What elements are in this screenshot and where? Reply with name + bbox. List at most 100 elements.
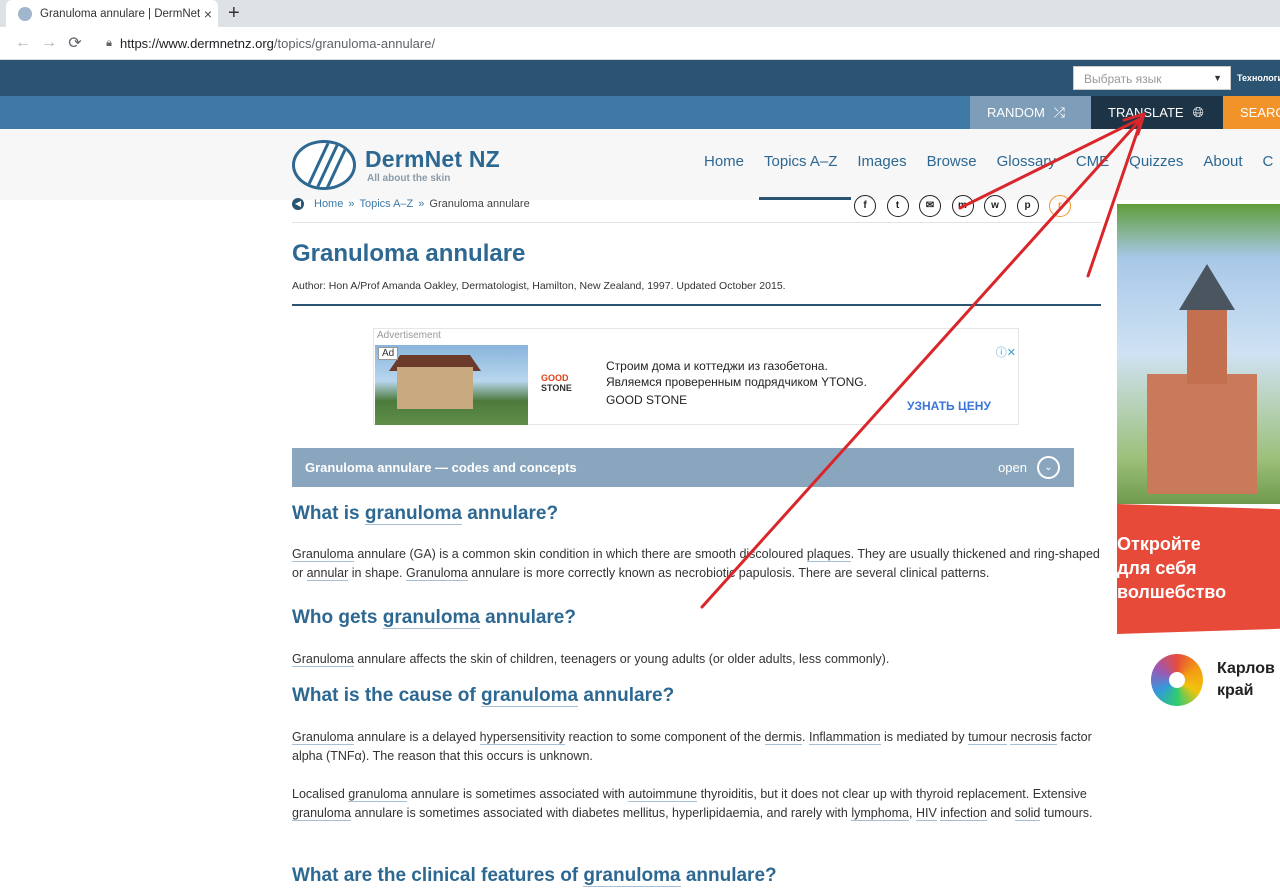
- browser-tab[interactable]: Granuloma annulare | DermNet N ×: [6, 0, 218, 27]
- breadcrumb-separator: »: [348, 198, 355, 210]
- ad-text-line-2: Являемся проверенным подрядчиком YTONG.: [606, 375, 867, 389]
- share-icons: f t ✉ m w p r: [854, 195, 1082, 217]
- site-subbar: RANDOM ⤮ TRANSLATE 🌐︎ SEARC: [0, 96, 1280, 129]
- codes-accordion[interactable]: Granuloma annulare — codes and concepts …: [292, 448, 1074, 487]
- author-line: Author: Hon A/Prof Amanda Oakley, Dermat…: [292, 280, 786, 292]
- rss-icon[interactable]: r: [1049, 195, 1071, 217]
- nav-glossary[interactable]: Glossary: [997, 153, 1056, 170]
- browser-toolbar: ← → ⟳ 🔒︎ https://www.dermnetnz.org/topic…: [0, 27, 1280, 60]
- side-advertisement[interactable]: Откройте для себя волшебство Карлов край: [1117, 204, 1280, 734]
- paragraph-cause-1: Granuloma annulare is a delayed hypersen…: [292, 730, 1092, 763]
- search-button[interactable]: SEARC: [1223, 96, 1280, 129]
- ad-text-line-1: Строим дома и коттеджи из газобетона.: [606, 359, 828, 373]
- glossary-link[interactable]: lymphoma: [851, 806, 909, 821]
- favicon-icon: [18, 6, 32, 21]
- nav-about[interactable]: About: [1203, 153, 1242, 170]
- logo-mark-icon: [292, 140, 356, 190]
- codes-title: Granuloma annulare — codes and concepts: [305, 460, 577, 475]
- nav-images[interactable]: Images: [857, 153, 906, 170]
- back-circle-icon[interactable]: ◀: [292, 198, 304, 210]
- site-header: DermNet NZ All about the skin Home Topic…: [0, 129, 1280, 200]
- nav-topics[interactable]: Topics A–Z: [764, 153, 837, 170]
- glossary-link[interactable]: granuloma: [348, 787, 408, 802]
- main-nav: Home Topics A–Z Images Browse Glossary C…: [704, 153, 1280, 170]
- tab-title: Granuloma annulare | DermNet N: [40, 7, 200, 20]
- dropdown-caret-icon: ▼: [1213, 73, 1222, 83]
- breadcrumb-home[interactable]: Home: [314, 198, 343, 210]
- nav-contact[interactable]: C: [1263, 153, 1274, 170]
- language-credit[interactable]: Технологи: [1237, 73, 1280, 83]
- glossary-link[interactable]: Inflammation: [808, 730, 881, 745]
- site-logo[interactable]: DermNet NZ All about the skin: [292, 140, 500, 190]
- glossary-link[interactable]: Granuloma: [292, 730, 354, 745]
- glossary-link[interactable]: plaques: [806, 547, 851, 562]
- address-bar[interactable]: https://www.dermnetnz.org/topics/granulo…: [120, 36, 435, 51]
- title-divider: [292, 304, 1101, 306]
- ad-label: Advertisement: [377, 330, 441, 341]
- translate-button[interactable]: TRANSLATE 🌐︎: [1091, 96, 1223, 129]
- pinterest-icon[interactable]: p: [1016, 195, 1039, 217]
- nav-active-underline: [759, 197, 851, 200]
- globe-icon: 🌐︎: [1192, 104, 1204, 120]
- glossary-link[interactable]: solid: [1014, 806, 1041, 821]
- breadcrumb-separator: »: [418, 198, 425, 210]
- flower-logo-icon: [1151, 654, 1203, 706]
- glossary-link[interactable]: annular: [306, 566, 349, 581]
- language-select-value: Выбрать язык: [1084, 72, 1162, 86]
- browser-tabstrip: Granuloma annulare | DermNet N × +: [0, 0, 1280, 27]
- shuffle-icon: ⤮: [1053, 104, 1065, 120]
- nav-browse[interactable]: Browse: [927, 153, 977, 170]
- new-tab-button[interactable]: +: [228, 2, 240, 25]
- heading-who-gets: Who gets granuloma annulare?: [292, 607, 576, 629]
- glossary-link[interactable]: granuloma: [292, 806, 352, 821]
- side-ad-brand: Карлов край: [1217, 660, 1275, 699]
- random-label: RANDOM: [987, 105, 1045, 120]
- forward-arrow-icon[interactable]: →: [36, 34, 62, 52]
- ad-badge: Ad: [378, 347, 399, 360]
- ad-brand-top: GOOD: [541, 373, 569, 383]
- glossary-link[interactable]: HIV: [915, 806, 937, 821]
- codes-open-label: open: [998, 460, 1027, 475]
- glossary-link[interactable]: necrosis: [1010, 730, 1058, 745]
- nav-cme[interactable]: CME: [1076, 153, 1109, 170]
- heading-cause: What is the cause of granuloma annulare?: [292, 685, 675, 707]
- url-host: https://www.dermnetnz.org: [120, 35, 274, 51]
- ad-brand-logo: GOOD STONE: [541, 373, 572, 393]
- paragraph-who-gets: Granuloma annulare affects the skin of c…: [292, 652, 890, 667]
- heading-clinical-features: What are the clinical features of granul…: [292, 865, 777, 887]
- nav-quizzes[interactable]: Quizzes: [1129, 153, 1183, 170]
- lock-icon[interactable]: 🔒︎: [98, 37, 120, 50]
- random-button[interactable]: RANDOM ⤮: [970, 96, 1091, 129]
- nav-home[interactable]: Home: [704, 153, 744, 170]
- heading-what-is: What is granuloma annulare?: [292, 503, 559, 525]
- messenger-icon[interactable]: m: [951, 195, 974, 217]
- facebook-icon[interactable]: f: [854, 195, 876, 217]
- glossary-link[interactable]: dermis: [764, 730, 803, 745]
- glossary-link[interactable]: Granuloma: [405, 566, 468, 581]
- ad-cta-button[interactable]: УЗНАТЬ ЦЕНУ: [907, 399, 991, 413]
- castle-ad-image: [1117, 204, 1280, 504]
- page-title: Granuloma annulare: [292, 240, 526, 267]
- glossary-link[interactable]: tumour: [968, 730, 1007, 745]
- paragraph-cause-2: Localised granuloma annulare is sometime…: [292, 787, 1093, 821]
- tab-close-icon[interactable]: ×: [204, 6, 212, 22]
- reload-icon[interactable]: ⟳: [62, 33, 88, 53]
- whatsapp-icon[interactable]: w: [984, 195, 1006, 217]
- language-select[interactable]: Выбрать язык ▼: [1073, 66, 1231, 90]
- advertisement-banner[interactable]: Advertisement Ad GOOD STONE Строим дома и…: [373, 328, 1019, 425]
- ad-brand-bottom: STONE: [541, 383, 572, 393]
- ad-close-icon[interactable]: ⓘ✕: [996, 344, 1016, 360]
- email-icon[interactable]: ✉: [919, 195, 941, 217]
- search-label: SEARC: [1240, 105, 1280, 120]
- breadcrumb-current: Granuloma annulare: [429, 198, 530, 210]
- glossary-link[interactable]: Granuloma: [292, 547, 354, 562]
- glossary-link[interactable]: infection: [940, 806, 987, 821]
- glossary-link[interactable]: autoimmune: [628, 787, 698, 802]
- logo-name: DermNet NZ: [365, 146, 500, 172]
- glossary-link[interactable]: Granuloma: [292, 652, 354, 667]
- twitter-icon[interactable]: t: [886, 195, 909, 217]
- glossary-link[interactable]: hypersensitivity: [479, 730, 566, 745]
- ad-text-line-3: GOOD STONE: [606, 393, 688, 407]
- back-arrow-icon[interactable]: ←: [10, 34, 36, 52]
- breadcrumb-topics[interactable]: Topics A–Z: [359, 198, 413, 210]
